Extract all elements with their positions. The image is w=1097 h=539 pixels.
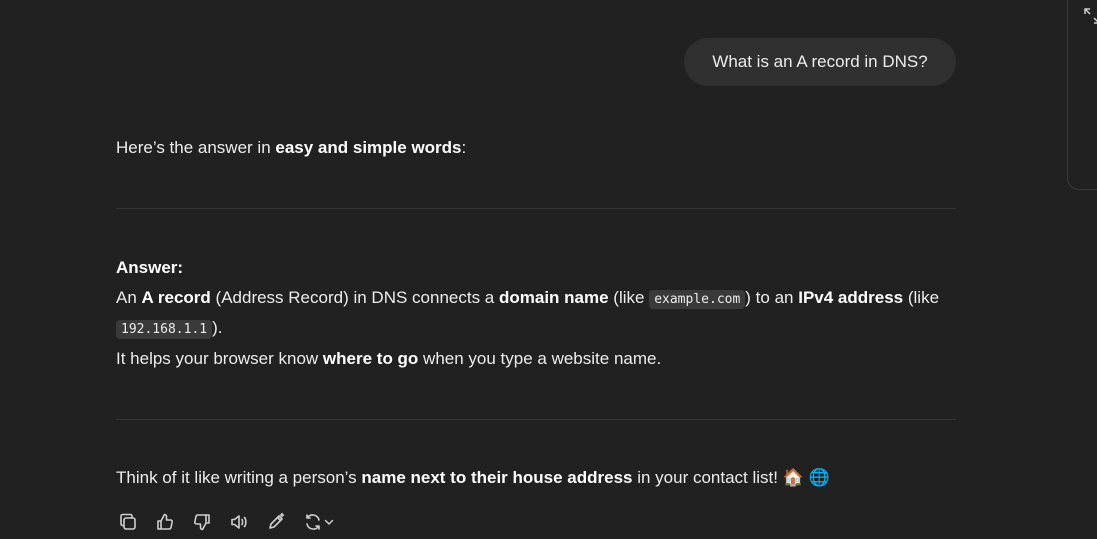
side-panel <box>1067 0 1097 190</box>
text: It helps your browser know <box>116 349 323 368</box>
inline-code: 192.168.1.1 <box>116 320 213 339</box>
message-actions <box>116 510 335 534</box>
bold-text: A record <box>141 288 211 307</box>
text: (like <box>903 288 940 307</box>
text: ). <box>212 318 223 337</box>
text: Think of it like writing a person’s <box>116 468 362 487</box>
chevron-down-icon <box>324 519 333 526</box>
answer-paragraph-line2: 192.168.1.1). <box>116 318 223 339</box>
copy-icon <box>120 513 136 530</box>
answer-paragraph-line3: It helps your browser know where to go w… <box>116 349 661 369</box>
intro-bold: easy and simple words <box>275 138 462 157</box>
intro-text: Here’s the answer in easy and simple wor… <box>116 138 466 158</box>
regenerate-icon <box>305 514 320 530</box>
chat-page: What is an A record in DNS? Here’s the a… <box>0 0 1097 539</box>
thumbs-down-icon <box>193 514 210 531</box>
analogy-text: Think of it like writing a person’s name… <box>116 468 830 488</box>
text: in your contact list! <box>632 468 783 487</box>
edit-icon <box>269 512 285 529</box>
bad-response-button[interactable] <box>190 510 214 534</box>
answer-heading: Answer: <box>116 258 183 278</box>
read-aloud-button[interactable] <box>227 510 251 534</box>
bold-text: domain name <box>498 288 609 307</box>
bold-text: IPv4 address <box>798 288 904 307</box>
bold-text: where to go <box>322 349 419 368</box>
divider <box>116 208 956 209</box>
inline-code: example.com <box>649 290 746 309</box>
text: ) to an <box>745 288 799 307</box>
intro-end: : <box>461 138 467 157</box>
bold-text: name next to their house address <box>361 468 633 487</box>
regenerate-button[interactable] <box>301 510 335 534</box>
text: (Address Record) in DNS connects a <box>210 288 499 307</box>
emoji: 🏠 🌐 <box>782 468 830 487</box>
divider <box>116 419 956 420</box>
good-response-button[interactable] <box>153 510 177 534</box>
text: An <box>116 288 142 307</box>
copy-button[interactable] <box>116 510 140 534</box>
answer-paragraph-line1: An A record (Address Record) in DNS conn… <box>116 288 940 309</box>
intro-plain: Here’s the answer in <box>116 138 276 157</box>
answer-heading-text: Answer: <box>116 258 184 277</box>
text: (like <box>608 288 650 307</box>
thumbs-up-icon <box>157 513 174 530</box>
text: when you type a website name. <box>418 349 662 368</box>
edit-button[interactable] <box>264 510 288 534</box>
expand-icon[interactable] <box>1083 7 1097 25</box>
read-aloud-icon <box>231 515 247 529</box>
user-message-text: What is an A record in DNS? <box>712 52 928 71</box>
user-message-bubble: What is an A record in DNS? <box>684 38 956 86</box>
